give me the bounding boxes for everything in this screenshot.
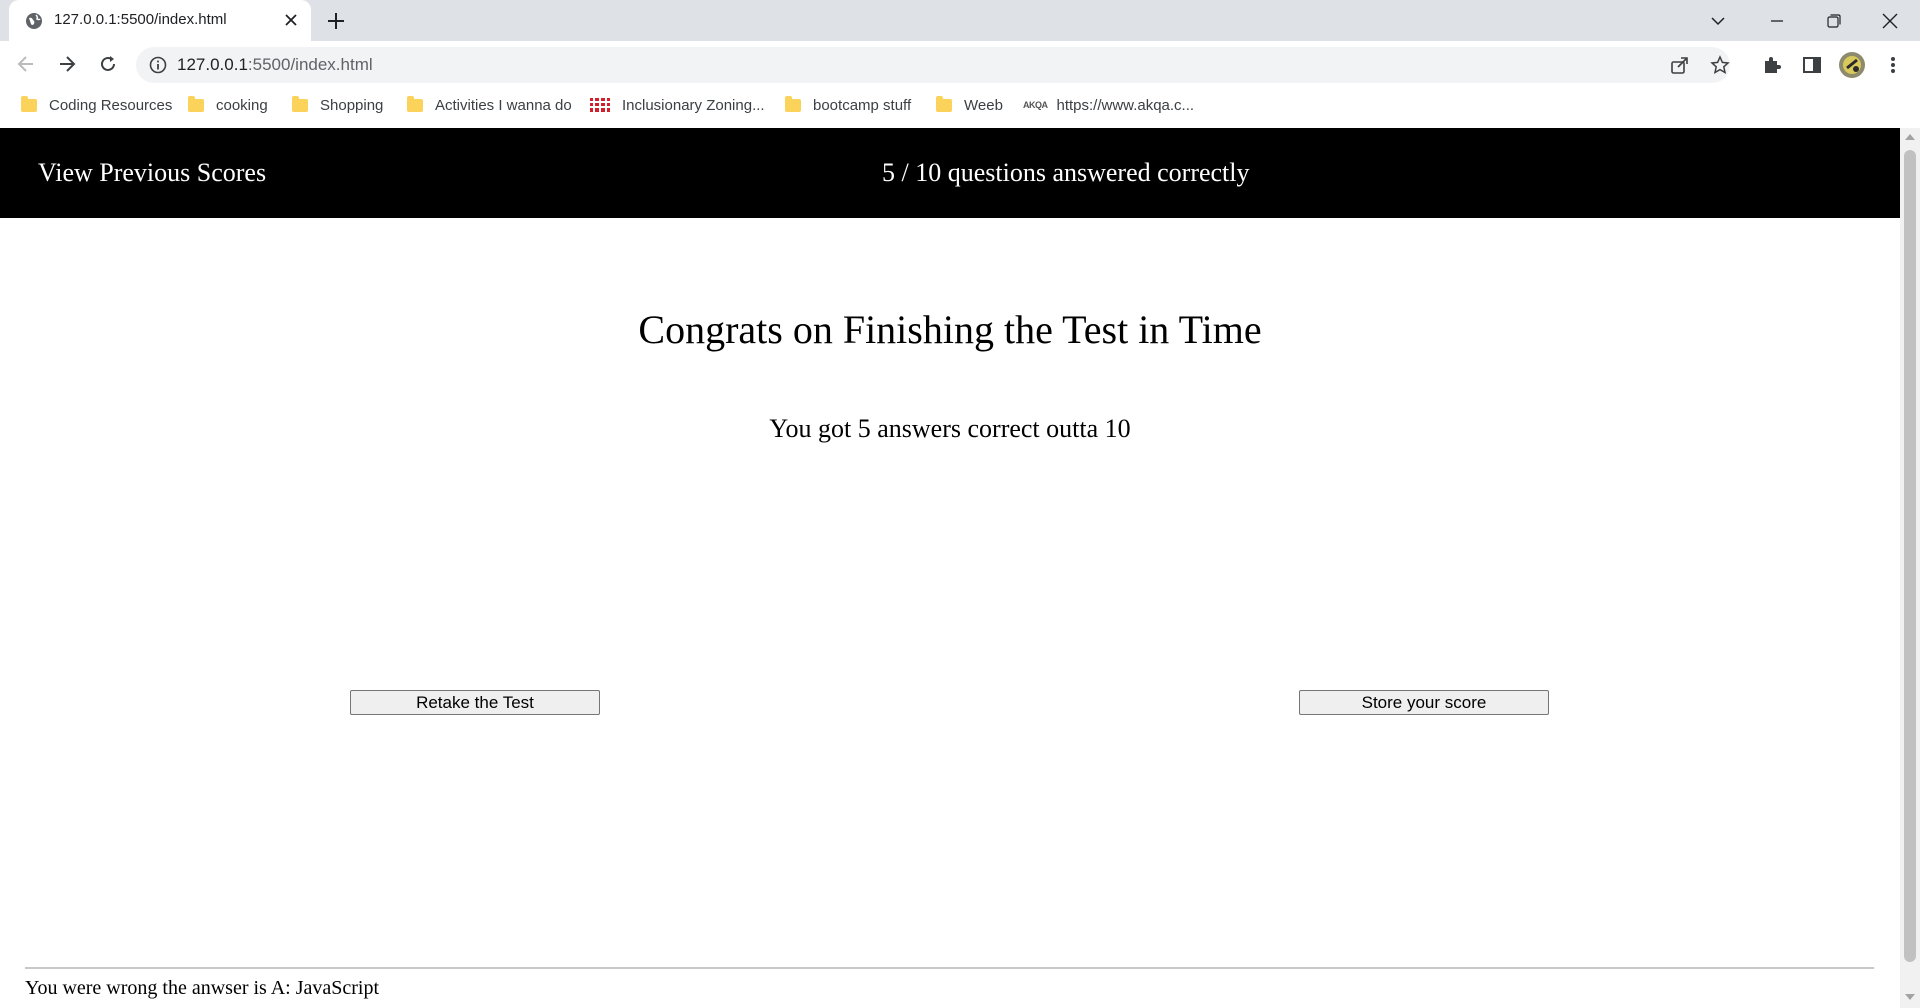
restore-icon — [1827, 13, 1841, 28]
address-bar[interactable]: 127.0.0.1:5500/index.html — [136, 47, 1730, 83]
answer-feedback: You were wrong the anwser is A: JavaScri… — [25, 977, 380, 999]
chrome-menu-button[interactable] — [1880, 52, 1906, 78]
scroll-thumb[interactable] — [1904, 150, 1916, 962]
page-viewport: View Previous Scores 5 / 10 questions an… — [0, 128, 1900, 1008]
url-host: 127.0.0.1 — [177, 55, 248, 74]
extensions-button[interactable] — [1759, 52, 1785, 78]
info-icon[interactable] — [148, 55, 168, 75]
bookmark-star-button[interactable] — [1707, 52, 1733, 78]
side-panel-button[interactable] — [1799, 52, 1825, 78]
minimize-icon — [1771, 19, 1783, 22]
bookmark-label: bootcamp stuff — [813, 96, 912, 114]
arrow-left-icon — [17, 56, 33, 72]
arrow-right-icon — [60, 56, 76, 72]
folder-icon — [407, 95, 423, 112]
site-favicon-icon — [590, 98, 610, 112]
bookmarks-bar: Coding Resources cooking Shopping Activi… — [0, 88, 1920, 129]
bookmark-akqa[interactable]: AKQA https://www.akqa.c... — [1023, 88, 1194, 122]
bookmark-label: Weeb — [964, 96, 1003, 114]
bookmark-bootcamp-stuff[interactable]: bootcamp stuff — [785, 88, 911, 122]
globe-icon — [26, 13, 42, 29]
restore-button[interactable] — [1806, 0, 1862, 41]
bookmark-label: Inclusionary Zoning... — [622, 96, 765, 114]
tab-title: 127.0.0.1:5500/index.html — [54, 11, 227, 28]
reload-icon — [101, 56, 115, 71]
bookmark-inclusionary-zoning[interactable]: Inclusionary Zoning... — [590, 88, 765, 122]
scroll-up-arrow-icon[interactable] — [1905, 134, 1915, 140]
close-tab-icon[interactable] — [281, 10, 301, 30]
tab-search-button[interactable] — [1690, 0, 1746, 41]
divider — [25, 967, 1874, 969]
bookmark-weeb[interactable]: Weeb — [936, 88, 1003, 122]
result-text: You got 5 answers correct outta 10 — [769, 414, 1131, 443]
score-summary: 5 / 10 questions answered correctly — [882, 158, 1250, 187]
page-title: Congrats on Finishing the Test in Time — [638, 307, 1262, 352]
retake-test-button[interactable]: Retake the Test — [350, 690, 600, 715]
view-previous-scores-link[interactable]: View Previous Scores — [38, 158, 266, 188]
bookmark-label: https://www.akqa.c... — [1056, 96, 1195, 114]
quiz-header: View Previous Scores 5 / 10 questions an… — [0, 128, 1900, 218]
share-icon — [1671, 57, 1688, 74]
reload-button[interactable] — [95, 51, 121, 77]
profile-avatar[interactable] — [1838, 51, 1866, 79]
bookmark-shopping[interactable]: Shopping — [292, 88, 383, 122]
new-tab-icon[interactable] — [325, 10, 347, 32]
share-button[interactable] — [1667, 52, 1693, 78]
vertical-scrollbar[interactable] — [1900, 128, 1920, 1008]
puzzle-icon — [1765, 57, 1781, 73]
url-path: :5500/index.html — [247, 55, 373, 74]
active-tab[interactable]: 127.0.0.1:5500/index.html — [9, 0, 311, 41]
close-window-button[interactable] — [1862, 0, 1918, 41]
bookmark-coding-resources[interactable]: Coding Resources — [21, 88, 172, 122]
bookmark-cooking[interactable]: cooking — [188, 88, 268, 122]
star-icon — [1710, 55, 1730, 74]
more-vert-icon — [1891, 57, 1895, 73]
bookmark-label: Coding Resources — [49, 96, 173, 114]
bookmark-label: cooking — [216, 96, 268, 114]
close-icon — [1882, 13, 1898, 28]
bookmark-activities[interactable]: Activities I wanna do — [407, 88, 572, 122]
avatar-icon — [1839, 52, 1865, 78]
minimize-button[interactable] — [1749, 0, 1805, 41]
store-score-button[interactable]: Store your score — [1299, 690, 1549, 715]
folder-icon — [188, 95, 204, 112]
folder-icon — [936, 95, 952, 112]
chevron-down-icon — [1711, 16, 1725, 25]
forward-button[interactable] — [54, 51, 80, 77]
bookmark-label: Shopping — [320, 96, 384, 114]
folder-icon — [292, 95, 308, 112]
bookmark-label: Activities I wanna do — [435, 96, 572, 114]
back-button[interactable] — [13, 51, 39, 77]
folder-icon — [785, 95, 801, 112]
tab-strip: 127.0.0.1:5500/index.html — [0, 0, 1920, 41]
akqa-favicon-icon: AKQA — [1023, 100, 1048, 110]
side-panel-icon — [1803, 57, 1821, 73]
scroll-down-arrow-icon[interactable] — [1905, 994, 1915, 1000]
url-text: 127.0.0.1:5500/index.html — [177, 55, 373, 75]
folder-icon — [21, 95, 37, 112]
